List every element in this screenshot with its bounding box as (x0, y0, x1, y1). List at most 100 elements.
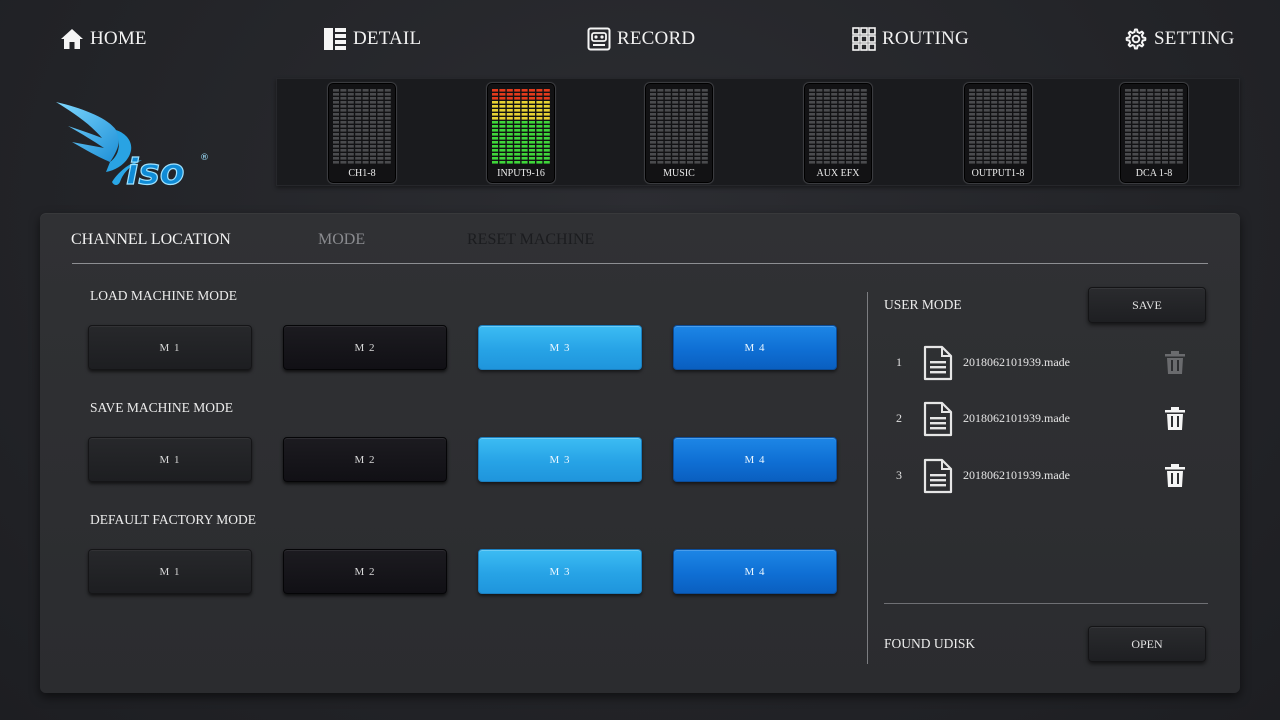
save-m1-button[interactable]: M 1 (88, 437, 252, 482)
meter-led (1013, 109, 1020, 112)
meter-led (687, 109, 693, 112)
load-m4-button[interactable]: M 4 (673, 325, 837, 370)
nav-detail[interactable]: DETAIL (323, 24, 421, 54)
save-button[interactable]: SAVE (1088, 287, 1206, 323)
meter-led (499, 105, 506, 108)
meter-ch1-8[interactable]: CH1-8 (327, 82, 397, 184)
meter-led (521, 105, 528, 108)
meter-led (340, 149, 347, 152)
meter-led (370, 93, 376, 96)
meter-led (657, 129, 664, 132)
meter-led (543, 117, 550, 120)
meter-led (492, 109, 498, 112)
meter-led (672, 149, 679, 152)
meter-led (687, 117, 693, 120)
meter-led (384, 145, 391, 148)
user-file-row[interactable]: 1 2018062101939.made (884, 343, 1224, 383)
meter-led (1162, 101, 1168, 104)
trash-icon[interactable] (1164, 464, 1186, 493)
meter-led (687, 145, 693, 148)
meter-output1-8[interactable]: OUTPUT1-8 (963, 82, 1033, 184)
meter-led (377, 157, 384, 160)
meter-led (1139, 153, 1146, 156)
trash-icon[interactable] (1164, 351, 1186, 380)
load-m3-button[interactable]: M 3 (478, 325, 642, 370)
meter-led (1132, 161, 1139, 164)
user-file-row[interactable]: 3 2018062101939.made (884, 456, 1224, 496)
meter-led (664, 101, 671, 104)
nav-home[interactable]: HOME (60, 24, 147, 54)
save-machine-mode-title: SAVE MACHINE MODE (90, 400, 234, 415)
meter-led (1125, 121, 1131, 124)
meter-led (1154, 117, 1161, 120)
meter-led (816, 141, 823, 144)
load-m2-button[interactable]: M 2 (283, 325, 447, 370)
user-file-row[interactable]: 2 2018062101939.made (884, 399, 1224, 439)
meter-led (657, 93, 664, 96)
meter-bars (650, 89, 708, 164)
trash-icon[interactable] (1164, 407, 1186, 436)
meter-led (816, 89, 823, 92)
meter-led (983, 153, 990, 156)
meter-led (536, 125, 543, 128)
meter-led (679, 157, 686, 160)
meter-led (838, 157, 845, 160)
default-m2-button[interactable]: M 2 (283, 549, 447, 594)
meter-led (1013, 113, 1020, 116)
meter-led (340, 121, 347, 124)
default-m3-button[interactable]: M 3 (478, 549, 642, 594)
meter-led (846, 101, 852, 104)
nav-routing[interactable]: ROUTING (852, 24, 969, 54)
meter-led (514, 125, 521, 128)
save-m3-button[interactable]: M 3 (478, 437, 642, 482)
meter-led (694, 141, 701, 144)
meter-led (347, 149, 354, 152)
meter-led (347, 97, 354, 100)
nav-record[interactable]: RECORD (587, 24, 695, 54)
meter-led (650, 97, 656, 100)
meter-led (384, 89, 391, 92)
save-m2-button[interactable]: M 2 (283, 437, 447, 482)
tab-channel-location[interactable]: CHANNEL LOCATION (71, 231, 231, 249)
tab-mode[interactable]: MODE (318, 231, 365, 249)
meter-led (976, 97, 983, 100)
tab-reset-machine[interactable]: RESET MACHINE (467, 231, 594, 249)
meter-led (1147, 129, 1154, 132)
meter-led (823, 105, 830, 108)
meter-led (529, 117, 535, 120)
meter-led (853, 93, 860, 96)
meter-led (333, 125, 339, 128)
meter-led (1154, 141, 1161, 144)
meter-bars (969, 89, 1027, 164)
meter-aux-efx[interactable]: AUX EFX (803, 82, 873, 184)
meter-led (1169, 97, 1176, 100)
meter-led (529, 97, 535, 100)
meter-led (521, 101, 528, 104)
meter-led (347, 89, 354, 92)
nav-setting[interactable]: SETTING (1124, 24, 1235, 54)
meter-led (1162, 109, 1168, 112)
default-m4-button[interactable]: M 4 (673, 549, 837, 594)
meter-dca1-8[interactable]: DCA 1-8 (1119, 82, 1189, 184)
meter-led (983, 101, 990, 104)
meter-led (492, 113, 498, 116)
meter-led (998, 101, 1005, 104)
meter-led (991, 105, 998, 108)
meter-led (377, 117, 384, 120)
meter-led (860, 161, 867, 164)
meter-led (536, 133, 543, 136)
meter-led (1147, 121, 1154, 124)
load-m1-button[interactable]: M 1 (88, 325, 252, 370)
meter-led (860, 145, 867, 148)
open-button[interactable]: OPEN (1088, 626, 1206, 662)
meter-input9-16[interactable]: INPUT9-16 (486, 82, 556, 184)
save-m4-button[interactable]: M 4 (673, 437, 837, 482)
meter-led (1169, 113, 1176, 116)
meter-led (362, 117, 369, 120)
meter-led (362, 137, 369, 140)
meter-led (362, 141, 369, 144)
meter-music[interactable]: MUSIC (644, 82, 714, 184)
meter-led (1139, 145, 1146, 148)
default-m1-button[interactable]: M 1 (88, 549, 252, 594)
meter-led (1132, 105, 1139, 108)
